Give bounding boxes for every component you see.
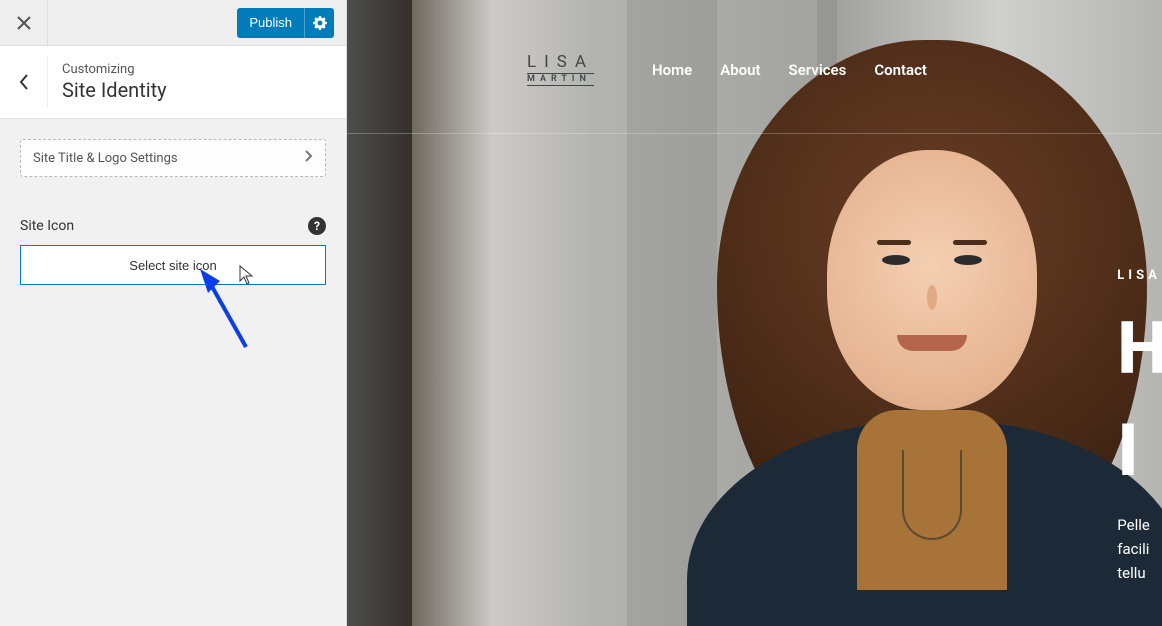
customizer-sidebar: Publish Customizing Site Identity Site T… xyxy=(0,0,347,626)
close-icon xyxy=(17,16,31,30)
help-icon[interactable]: ? xyxy=(308,217,326,235)
site-preview[interactable]: LISA MARTIN Home About Services Contact … xyxy=(347,0,1162,626)
publish-button[interactable]: Publish xyxy=(237,8,304,38)
site-title-logo-accordion[interactable]: Site Title & Logo Settings xyxy=(20,139,326,177)
hero-heading-1: H xyxy=(1117,313,1162,385)
site-icon-section: Site Icon ? xyxy=(20,217,326,235)
hero-eyebrow: LISA xyxy=(1117,268,1162,283)
sidebar-topbar: Publish xyxy=(0,0,346,46)
preview-divider xyxy=(347,133,1162,134)
logo-line-2: MARTIN xyxy=(527,73,594,86)
nav-about[interactable]: About xyxy=(720,61,760,79)
nav-contact[interactable]: Contact xyxy=(874,61,927,79)
select-site-icon-button[interactable]: Select site icon xyxy=(20,245,326,285)
nav-home[interactable]: Home xyxy=(652,61,692,79)
panel-eyebrow: Customizing xyxy=(62,62,167,77)
accordion-label: Site Title & Logo Settings xyxy=(33,151,178,166)
hero-text: LISA H I Pelle facili tellu xyxy=(1117,268,1162,585)
publish-settings-button[interactable] xyxy=(304,8,334,38)
hero-paragraph: Pelle facili tellu xyxy=(1117,513,1162,585)
site-logo[interactable]: LISA MARTIN xyxy=(527,54,594,86)
site-nav: LISA MARTIN Home About Services Contact xyxy=(527,50,1162,90)
back-button[interactable] xyxy=(0,56,48,108)
site-icon-label: Site Icon xyxy=(20,218,74,234)
gear-icon xyxy=(313,16,327,30)
logo-line-1: LISA xyxy=(527,54,594,71)
nav-links: Home About Services Contact xyxy=(652,61,927,79)
chevron-right-icon xyxy=(305,150,313,166)
hero-image-person xyxy=(557,40,1162,626)
panel-title: Site Identity xyxy=(62,77,167,103)
panel-body: Site Title & Logo Settings Site Icon ? S… xyxy=(0,119,346,626)
hero-heading-2: I xyxy=(1117,415,1162,487)
panel-header: Customizing Site Identity xyxy=(0,46,346,119)
close-button[interactable] xyxy=(0,0,48,45)
nav-services[interactable]: Services xyxy=(789,61,847,79)
chevron-left-icon xyxy=(18,74,30,90)
